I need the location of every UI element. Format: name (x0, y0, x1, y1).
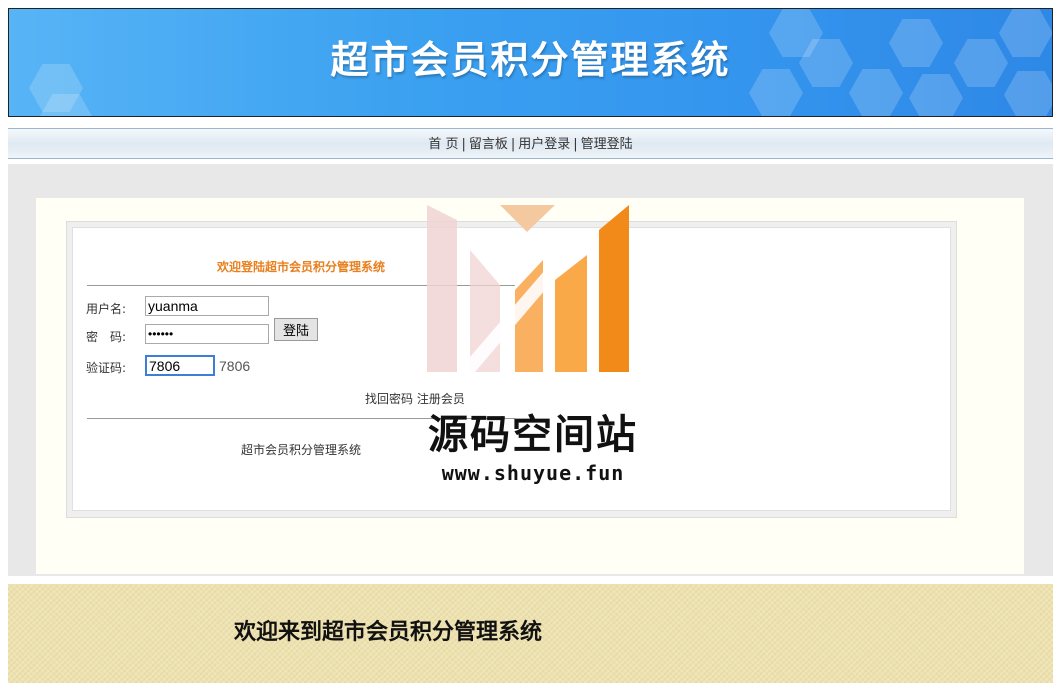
password-label: 密 码: (86, 330, 127, 344)
captcha-code: 7806 (219, 358, 251, 374)
header-banner: 超市会员积分管理系统 (8, 8, 1053, 117)
login-button[interactable]: 登陆 (274, 318, 318, 341)
recover-password-link[interactable]: 找回密码 (365, 392, 413, 406)
nav-separator: | (573, 137, 578, 152)
password-input[interactable]: •••••• (145, 324, 269, 344)
watermark-text: 源码空间站 (428, 412, 638, 458)
captcha-label: 验证码: (86, 361, 127, 375)
username-label: 用户名: (86, 302, 127, 316)
nav-admin-login-link[interactable]: 管理登陆 (581, 137, 633, 152)
nav-user-login-link[interactable]: 用户登录 (518, 137, 570, 152)
page-footer: 欢迎来到超市会员积分管理系统 (8, 584, 1053, 683)
username-input[interactable]: yuanma (145, 296, 269, 316)
nav-separator: | (461, 137, 466, 152)
nav-home-link[interactable]: 首 页 (428, 137, 458, 152)
watermark-url: www.shuyue.fun (441, 461, 625, 485)
page-title: 超市会员积分管理系统 (330, 38, 731, 82)
nav-guestbook-link[interactable]: 留言板 (469, 137, 508, 152)
footer-text: 欢迎来到超市会员积分管理系统 (233, 620, 542, 645)
captcha-input[interactable]: 7806 (145, 355, 215, 376)
nav-separator: | (510, 137, 516, 152)
top-nav: 首 页 | 留言板 | 用户登录 | 管理登陆 (8, 128, 1053, 159)
